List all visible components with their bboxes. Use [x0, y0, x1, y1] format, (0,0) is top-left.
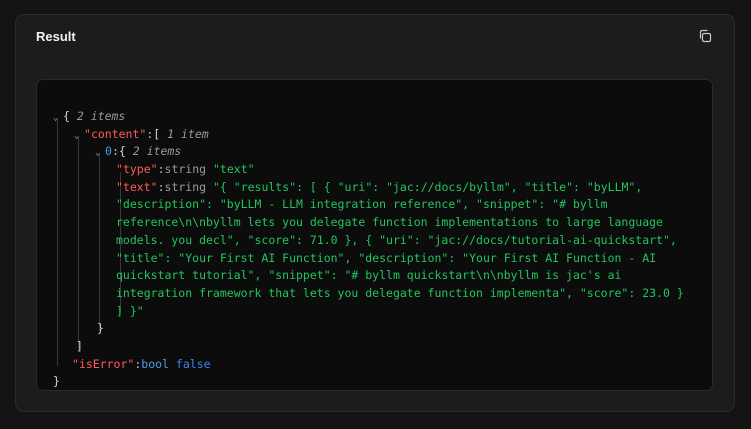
json-tree: ⌄{ 2 items ⌄ "content":[ 1 item ⌄ 0:{ 2 it… [53, 108, 684, 391]
text-type-label: string [164, 179, 207, 194]
root-row: ⌄{ 2 items [53, 108, 684, 126]
text-value-line: models. you decl", "score": 71.0 }, { "u… [116, 232, 677, 247]
iserror-key: isError [78, 356, 128, 371]
item-count: 2 items [132, 144, 182, 159]
item-row: ⌄ 0:{ 2 items [53, 143, 684, 161]
item-close: } [97, 321, 104, 336]
copy-icon[interactable] [696, 27, 714, 45]
text-row-cont: "title": "Your First AI Function", "desc… [53, 250, 684, 268]
text-value-line: integration framework that lets you dele… [116, 285, 684, 300]
content-item-count: 1 item [167, 126, 209, 141]
type-value: "text" [213, 162, 255, 177]
iserror-row: "isError":bool false [72, 356, 211, 371]
text-row-cont: integration framework that lets you dele… [53, 285, 684, 303]
text-value-line: "description": "byLLM - LLM integration … [116, 197, 608, 212]
iserror-value: false [175, 356, 211, 371]
panel-title: Result [36, 29, 76, 44]
result-panel: Result ⌄{ 2 items ⌄ "content":[ 1 item ⌄ 0… [15, 14, 735, 412]
root-item-count: 2 items [76, 109, 126, 123]
text-value-line: "{ "results": [ { "uri": "jac://docs/byl… [213, 179, 643, 194]
type-type-label: string [164, 162, 207, 177]
text-value-line: reference\n\nbyllm lets you delegate fun… [116, 215, 663, 230]
type-row: "type":string "text" [116, 162, 255, 177]
text-row: "text":string "{ "results": [ { "uri": "… [116, 179, 643, 194]
text-value-line: "title": "Your First AI Function", "desc… [116, 250, 657, 265]
type-key: type [122, 162, 151, 177]
json-viewer: ⌄{ 2 items ⌄ "content":[ 1 item ⌄ 0:{ 2 it… [36, 79, 713, 391]
content-row: ⌄ "content":[ 1 item [53, 126, 684, 144]
text-value-line: quickstart tutorial", "snippet": "# byll… [116, 268, 622, 283]
item-index: 0 [105, 144, 112, 159]
text-row-cont: ] }" [53, 303, 684, 321]
text-row-cont: models. you decl", "score": 71.0 }, { "u… [53, 232, 684, 250]
content-key: content [90, 126, 140, 141]
text-value-line: ] }" [116, 303, 144, 318]
content-close: ] [76, 338, 83, 353]
text-row-cont: reference\n\nbyllm lets you delegate fun… [53, 214, 684, 232]
text-row-cont: "description": "byLLM - LLM integration … [53, 196, 684, 214]
text-key: text [122, 179, 151, 194]
text-row-cont: quickstart tutorial", "snippet": "# byll… [53, 267, 684, 285]
iserror-type-label: bool [141, 356, 169, 371]
root-close: } [53, 374, 60, 389]
